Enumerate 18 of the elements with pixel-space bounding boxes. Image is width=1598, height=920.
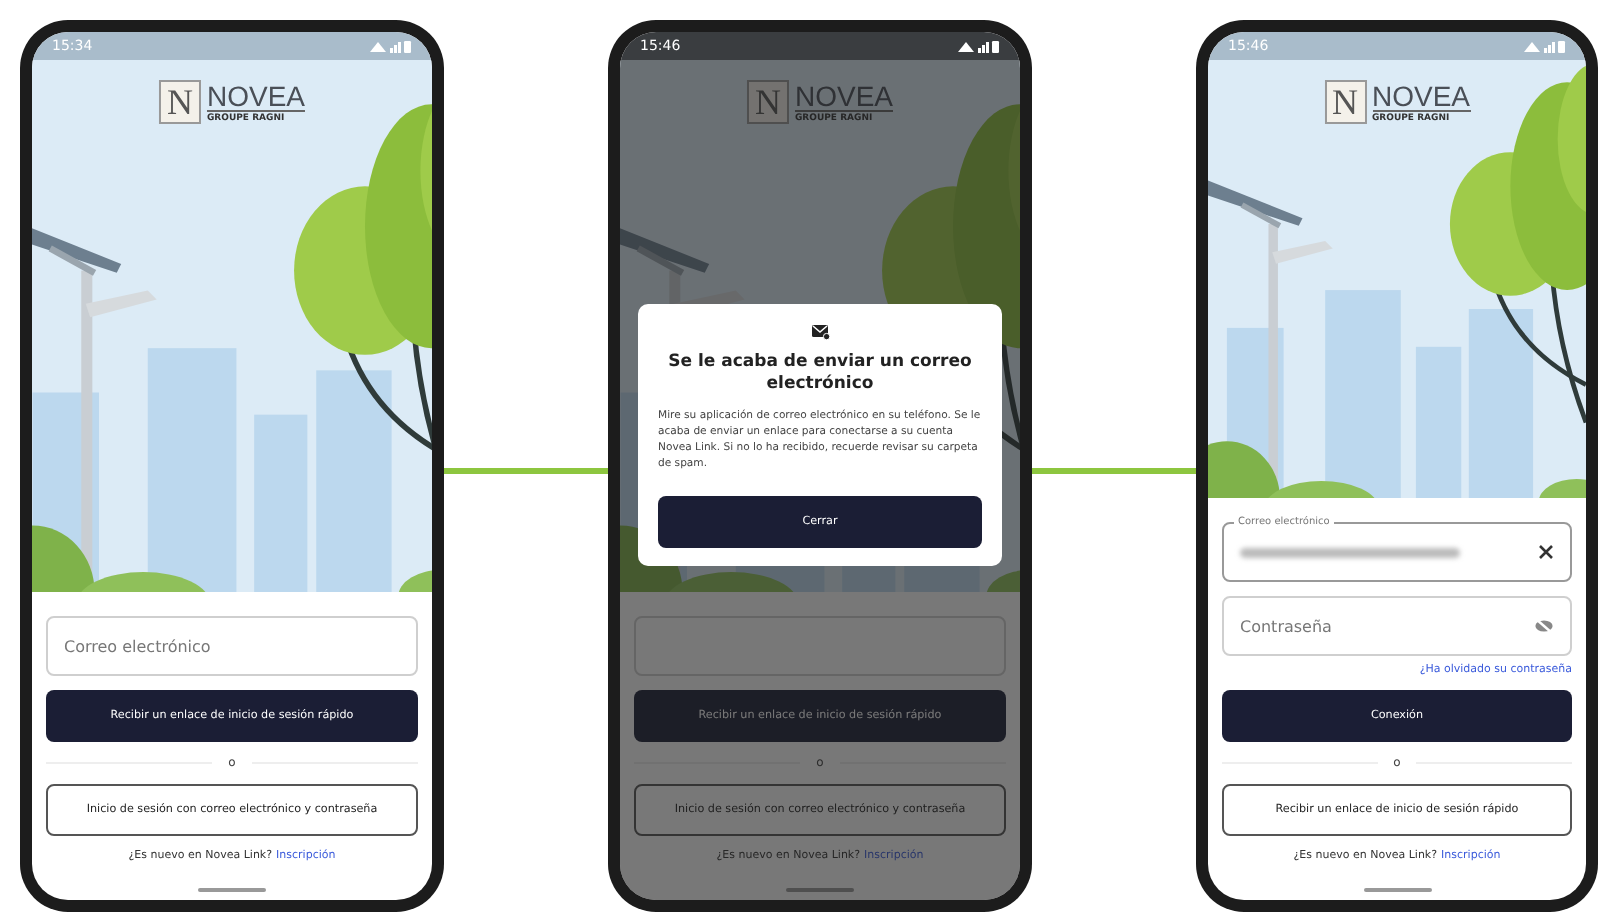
- email-field[interactable]: Correo electrónico: [46, 616, 418, 676]
- password-field[interactable]: Contraseña: [1222, 596, 1572, 656]
- logo-mark: N: [747, 80, 789, 124]
- status-icons: [1522, 39, 1566, 53]
- home-indicator: [198, 888, 266, 892]
- eye-slash-icon[interactable]: [1534, 618, 1554, 634]
- status-icons: [368, 39, 412, 53]
- brand-name: NOVEA: [1372, 81, 1470, 111]
- status-icons: [956, 39, 1000, 53]
- logo-mark: N: [1324, 80, 1366, 124]
- logo-mark: N: [159, 80, 201, 124]
- email-sent-icon: [811, 324, 829, 340]
- clear-icon[interactable]: [1538, 544, 1554, 560]
- brand-name: NOVEA: [207, 81, 305, 111]
- dialog-title: Se le acaba de enviar un correo electrónico: [666, 352, 974, 396]
- home-indicator: [1363, 888, 1431, 892]
- home-indicator: [786, 888, 854, 892]
- brand-name: NOVEA: [795, 81, 893, 111]
